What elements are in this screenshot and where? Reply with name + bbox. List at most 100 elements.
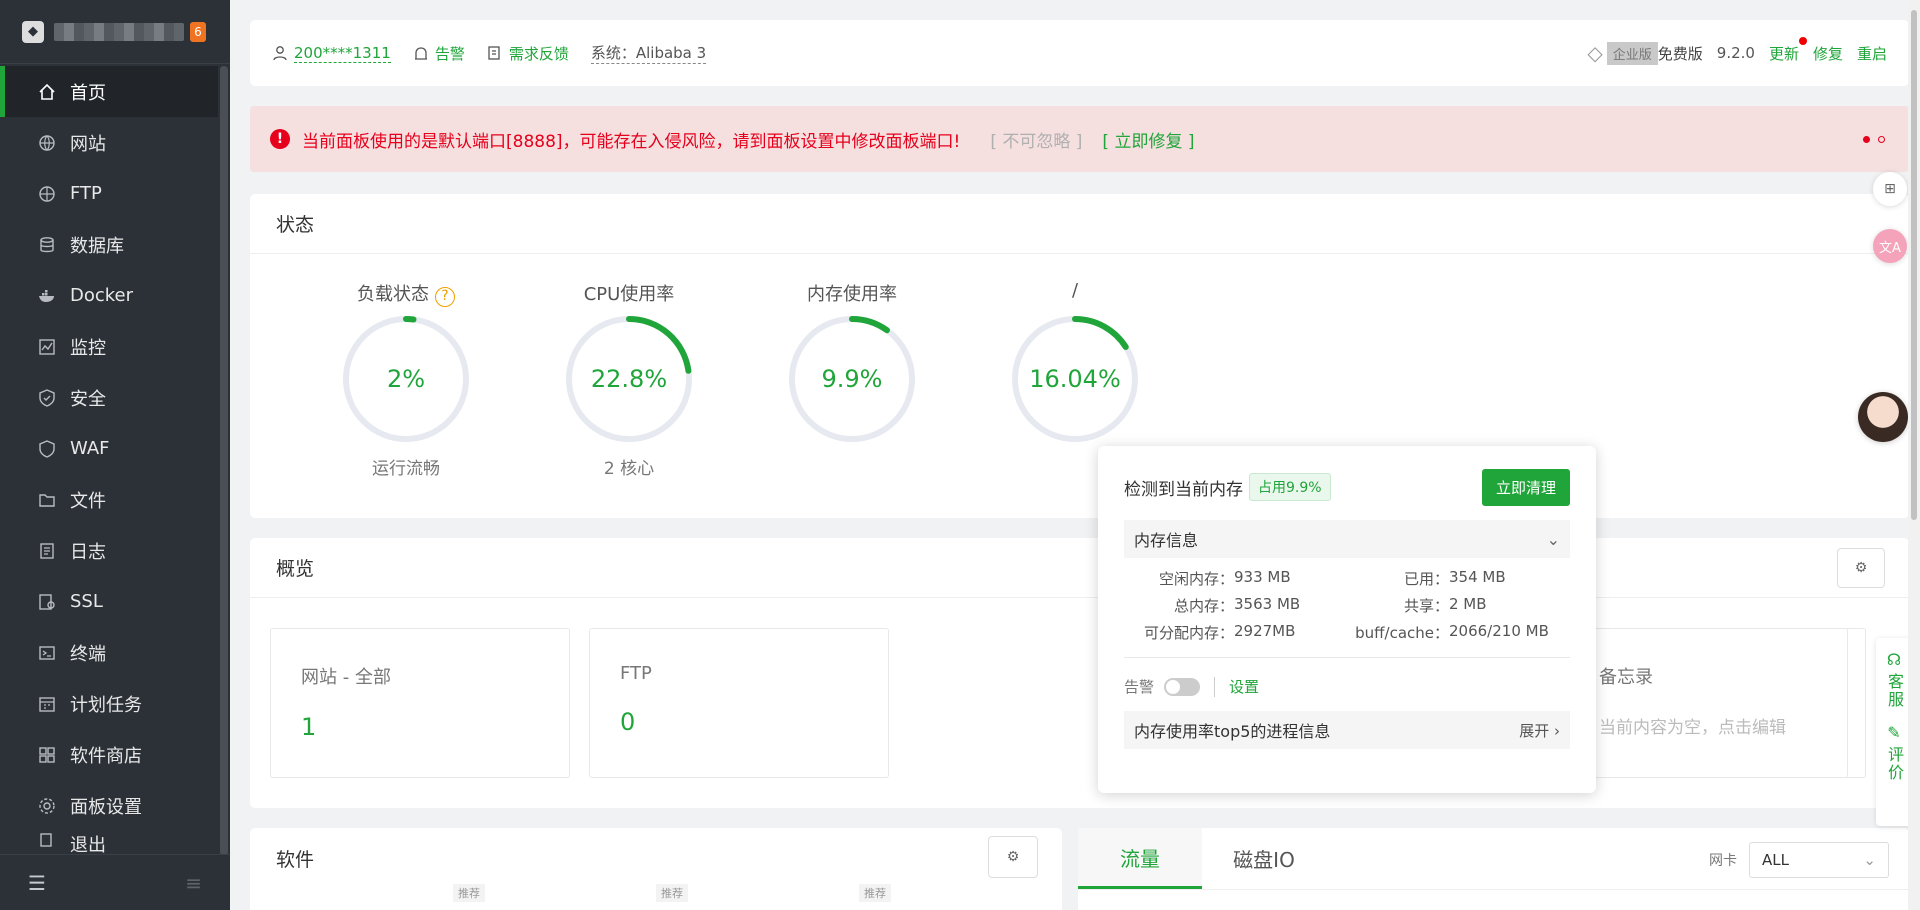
tab-disk-io[interactable]: 磁盘IO	[1202, 828, 1326, 889]
expand-link[interactable]: 展开 ›	[1519, 720, 1560, 741]
sidebar-item-logs[interactable]: 日志	[0, 525, 218, 576]
sidebar: ◆ 6 首页 网站 FTP 数据库 Docker 监控 安全 WAF 文件 日志…	[0, 0, 230, 910]
gauge-ring: 2%	[341, 314, 471, 444]
gear-icon: ⚙	[1006, 849, 1020, 865]
popup-header: 检测到当前内存 占用9.9% 立即清理	[1124, 468, 1570, 506]
overview-settings-button[interactable]: ⚙	[1837, 548, 1885, 588]
sidebar-item-database[interactable]: 数据库	[0, 219, 218, 270]
clean-memory-button[interactable]: 立即清理	[1481, 468, 1570, 506]
memo-box[interactable]: 备忘录 当前内容为空，点击编辑	[1568, 628, 1866, 778]
feedback-label: 需求反馈	[508, 44, 569, 63]
user-account[interactable]: 200****1311	[294, 44, 391, 63]
carousel-dot[interactable]	[1863, 136, 1870, 143]
server-name-blurred	[54, 22, 184, 41]
tab-traffic[interactable]: 流量	[1078, 828, 1202, 889]
overview-box-ftp[interactable]: FTP 0	[589, 628, 889, 778]
memory-info-section[interactable]: 内存信息 ⌄	[1124, 520, 1570, 558]
collapse-menu-icon[interactable]: ☰	[28, 871, 46, 895]
sidebar-menu: 首页 网站 FTP 数据库 Docker 监控 安全 WAF 文件 日志 SSL…	[0, 66, 218, 855]
gauge-disk[interactable]: / 16.04%	[995, 280, 1155, 444]
edit-icon: ✎	[1887, 723, 1901, 742]
restart-link[interactable]: 重启	[1857, 43, 1887, 64]
top5-label: 内存使用率top5的进程信息	[1134, 722, 1331, 741]
waf-icon	[38, 439, 56, 458]
alarm-settings-link[interactable]: 设置	[1229, 676, 1259, 697]
sidebar-item-home[interactable]: 首页	[0, 66, 218, 117]
memory-row: 已用： 354 MB	[1349, 568, 1579, 589]
memory-value: 3563 MB	[1234, 595, 1301, 613]
nic-select[interactable]: ALL ⌄	[1749, 842, 1889, 878]
sidebar-item-cron[interactable]: 计划任务	[0, 678, 218, 729]
gauge-value: 9.9%	[821, 365, 883, 393]
overview-box-label: FTP	[620, 663, 652, 684]
assistant-avatar[interactable]	[1858, 392, 1908, 442]
alert-fix-link[interactable]: [ 立即修复 ]	[1102, 127, 1194, 152]
overview-box-value[interactable]: 1	[301, 713, 539, 741]
overview-box-websites[interactable]: 网站 - 全部 1	[270, 628, 570, 778]
gauge-ring: 16.04%	[1010, 314, 1140, 444]
sidebar-item-files[interactable]: 文件	[0, 474, 218, 525]
gauge-load[interactable]: 负载状态? 2% 运行流畅	[326, 280, 486, 479]
user-info[interactable]: 200****1311	[272, 44, 391, 63]
sidebar-item-docker[interactable]: Docker	[0, 270, 218, 321]
overview-box-value[interactable]: 0	[620, 708, 858, 736]
memory-info-grid: 空闲内存： 933 MB 已用： 354 MB 总内存： 3563 MB 共享： 2 M…	[1124, 568, 1570, 658]
review-link[interactable]: 评价	[1882, 746, 1906, 782]
gauge-cpu[interactable]: CPU使用率 22.8% 2 核心	[549, 280, 709, 479]
sidebar-item-label: 安全	[70, 388, 106, 410]
list-icon[interactable]: ≡	[185, 871, 202, 895]
apps-float-button[interactable]: ⊞	[1873, 172, 1907, 206]
memo-placeholder[interactable]: 当前内容为空，点击编辑	[1599, 713, 1835, 738]
page-scrollbar[interactable]	[1908, 0, 1920, 910]
sidebar-item-website[interactable]: 网站	[0, 117, 218, 168]
calendar-icon	[38, 695, 56, 713]
gauge-ring: 9.9%	[787, 314, 917, 444]
carousel-dot[interactable]	[1878, 136, 1885, 143]
repair-link[interactable]: 修复	[1813, 43, 1843, 64]
update-link[interactable]: 更新	[1769, 36, 1807, 64]
top5-process-section[interactable]: 内存使用率top5的进程信息 展开 ›	[1124, 711, 1570, 749]
help-icon[interactable]: ?	[435, 287, 455, 307]
sidebar-item-logout[interactable]: 退出	[0, 831, 218, 855]
sidebar-item-ssl[interactable]: SSL	[0, 576, 218, 627]
customer-service-link[interactable]: 客服	[1882, 673, 1906, 709]
sidebar-item-label: Docker	[70, 285, 134, 306]
system-info[interactable]: 系统：Alibaba 3	[590, 42, 707, 64]
database-icon	[38, 236, 56, 254]
recommend-tag: 推荐	[453, 884, 485, 902]
version-label: 9.2.0	[1716, 44, 1755, 62]
gauge-subtext: 2 核心	[603, 459, 655, 479]
edition-info[interactable]: ◇ 企业版 免费版	[1587, 41, 1702, 65]
sidebar-item-ftp[interactable]: FTP	[0, 168, 218, 219]
sidebar-item-waf[interactable]: WAF	[0, 423, 218, 474]
enterprise-tag: 企业版	[1606, 41, 1658, 65]
overview-panel: 概览 ⚙ 网站 - 全部 1 FTP 0 备忘录 当前内容为空，点击编辑	[250, 538, 1909, 808]
translate-float-button[interactable]: 文A	[1873, 229, 1907, 263]
sidebar-item-monitor[interactable]: 监控	[0, 321, 218, 372]
software-settings-button[interactable]: ⚙	[988, 836, 1038, 878]
sidebar-scrollbar[interactable]	[220, 66, 228, 856]
memory-row: 共享： 2 MB	[1349, 595, 1579, 616]
gauge-label: 内存使用率	[807, 284, 897, 305]
terminal-icon	[38, 644, 56, 662]
memory-row: 空闲内存： 933 MB	[1124, 568, 1349, 589]
feedback-icon	[488, 46, 500, 60]
scrollbar-thumb[interactable]	[1911, 10, 1917, 520]
sidebar-item-store[interactable]: 软件商店	[0, 729, 218, 780]
sidebar-item-security[interactable]: 安全	[0, 372, 218, 423]
sidebar-item-settings[interactable]: 面板设置	[0, 780, 218, 831]
memory-value: 2 MB	[1449, 595, 1487, 613]
sidebar-item-label: 首页	[70, 82, 106, 104]
feedback-link[interactable]: 需求反馈	[487, 43, 569, 64]
alarm-link[interactable]: 告警	[413, 43, 465, 64]
system-label: 系统：Alibaba 3	[590, 44, 707, 64]
gauge-label: 负载状态?	[326, 280, 486, 307]
memo-label: 备忘录	[1599, 667, 1653, 688]
notification-badge[interactable]: 6	[190, 21, 206, 42]
sidebar-item-terminal[interactable]: 终端	[0, 627, 218, 678]
sidebar-item-label: 软件商店	[70, 745, 142, 767]
chevron-right-icon: ›	[1554, 721, 1560, 740]
alarm-toggle[interactable]	[1164, 677, 1201, 696]
nic-label: 网卡	[1709, 853, 1737, 869]
gauge-memory[interactable]: 内存使用率 9.9%	[772, 280, 932, 444]
